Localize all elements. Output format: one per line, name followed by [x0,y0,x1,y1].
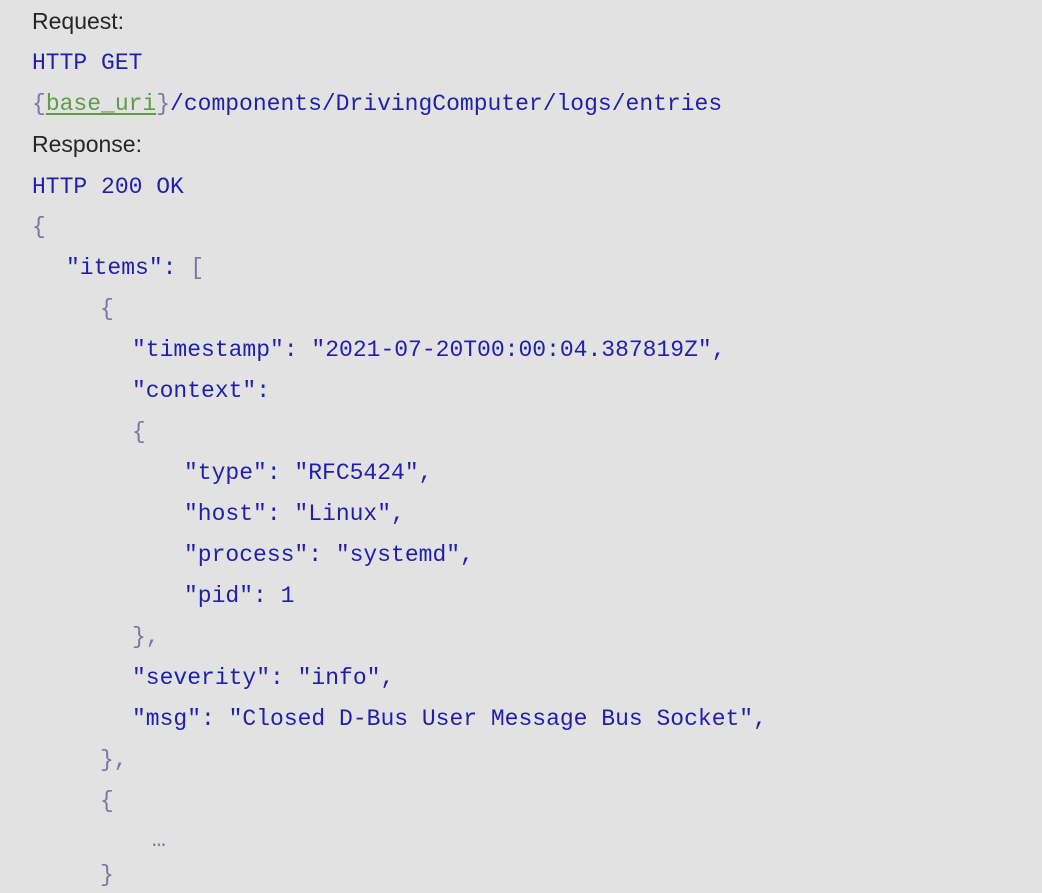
request-label: Request: [32,8,125,34]
json-line: "items": [ [66,250,204,286]
json-text: "host": "Linux", [184,501,405,527]
json-punctuation: { [132,419,146,445]
json-punctuation: … [152,827,166,853]
uri-open-brace: { [32,91,46,117]
api-example-document: Request: HTTP GET {base_uri}/components/… [0,0,1042,888]
json-text: "msg": "Closed D-Bus User Message Bus So… [132,706,767,732]
json-line: { [32,209,46,245]
response-status-line: HTTP 200 OK [32,174,184,200]
json-punctuation: } [100,862,114,888]
uri-close-brace: } [156,91,171,117]
json-line: "type": "RFC5424", [184,455,432,491]
json-line: "pid": 1 [184,578,294,614]
json-line: … [152,822,166,858]
json-line: } [100,857,114,893]
json-punctuation: }, [100,747,128,773]
json-text: "severity": "info", [132,665,395,691]
json-line: "msg": "Closed D-Bus User Message Bus So… [132,701,767,737]
json-text: "type": "RFC5424", [184,460,433,486]
json-punctuation: }, [132,624,160,650]
json-bracket: [ [190,255,205,281]
json-text: "context": [132,378,271,404]
json-line: { [132,414,146,450]
json-punctuation: { [32,214,46,240]
json-text: "timestamp": "2021-07-20T00:00:04.387819… [132,337,726,363]
json-line: { [100,291,114,327]
json-line: "timestamp": "2021-07-20T00:00:04.387819… [132,332,726,368]
json-key: "items": [66,255,191,281]
json-line: "severity": "info", [132,660,394,696]
base-uri-link[interactable]: base_uri [46,91,156,117]
response-label: Response: [32,131,142,157]
json-line: }, [132,619,160,655]
json-line: }, [100,742,128,778]
request-uri-line: {base_uri}/components/DrivingComputer/lo… [32,86,722,122]
json-punctuation: { [100,296,114,322]
json-line: "process": "systemd", [184,537,474,573]
json-line: "host": "Linux", [184,496,405,532]
uri-path: /components/DrivingComputer/logs/entries [170,91,723,117]
json-punctuation: { [100,788,114,814]
json-line: { [100,783,114,819]
json-line: "context": [132,373,270,409]
json-text: "pid": 1 [184,583,295,609]
request-method-line: HTTP GET [32,50,143,76]
json-text: "process": "systemd", [184,542,474,568]
